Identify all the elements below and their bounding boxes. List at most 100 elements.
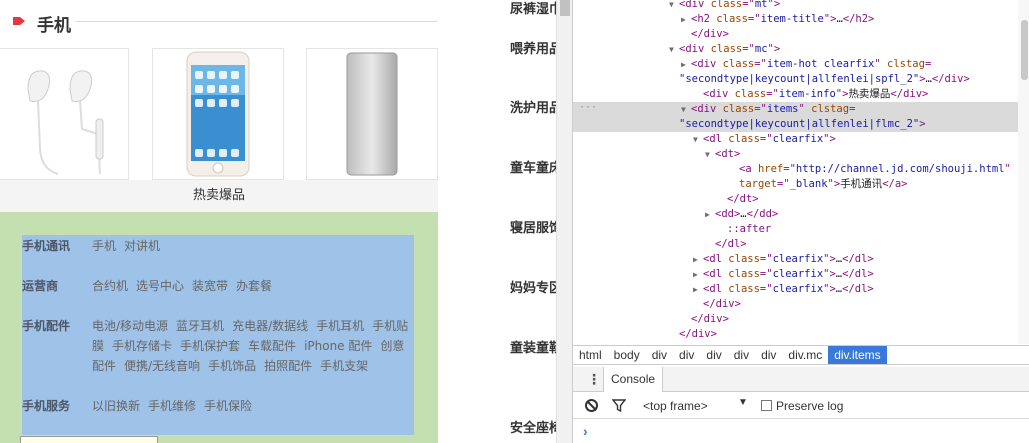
category-link[interactable]: 办套餐 bbox=[236, 279, 272, 293]
category-link[interactable]: 车载配件 bbox=[248, 339, 296, 353]
category-link[interactable]: 便携/无线音响 bbox=[124, 359, 200, 373]
dom-tree-node[interactable]: target="_blank">手机通讯</a> bbox=[573, 177, 1018, 192]
category-link[interactable]: 手机存储卡 bbox=[112, 339, 172, 353]
category-title[interactable]: 手机服务 bbox=[22, 396, 70, 416]
clear-console-icon[interactable] bbox=[585, 399, 598, 412]
category-link[interactable]: 手机保险 bbox=[204, 399, 252, 413]
category-title[interactable]: 手机通讯 bbox=[22, 236, 70, 256]
dom-tree-node[interactable]: ▶ <dl class="clearfix">…</dl> bbox=[573, 282, 1018, 297]
breadcrumb-item[interactable]: div bbox=[755, 346, 782, 364]
breadcrumb-item[interactable]: div bbox=[700, 346, 727, 364]
side-category-item[interactable]: 童车童床 bbox=[510, 157, 556, 176]
dom-tree-node[interactable]: ▶ <dd>…</dd> bbox=[573, 207, 1018, 222]
expand-down-icon[interactable]: ▼ bbox=[669, 0, 679, 12]
product-card-earphones[interactable] bbox=[0, 48, 129, 180]
preserve-log-checkbox[interactable] bbox=[761, 400, 772, 411]
dom-tree-node[interactable]: ▶ <dl class="clearfix">…</dl> bbox=[573, 252, 1018, 267]
dom-tree-node[interactable]: ▼ <dl class="clearfix"> bbox=[573, 132, 1018, 147]
category-link[interactable]: 装宽带 bbox=[192, 279, 228, 293]
elements-scrollbar[interactable] bbox=[1018, 0, 1029, 344]
elements-scrollbar-thumb[interactable] bbox=[1021, 20, 1028, 80]
category-title[interactable]: 运营商 bbox=[22, 276, 58, 296]
dom-tree-node[interactable]: "secondtype|keycount|allfenlei|flmc_2"> bbox=[573, 117, 1018, 132]
dom-tree-node[interactable]: ▼ <div class="mt"> bbox=[573, 0, 1018, 12]
side-category-item[interactable]: 尿裤湿巾 bbox=[510, 0, 556, 17]
frame-selector[interactable]: <top frame> bbox=[643, 398, 749, 414]
dom-node-markup: </div> bbox=[703, 298, 741, 310]
product-card-iphone[interactable] bbox=[152, 48, 284, 180]
breadcrumb-item[interactable]: div bbox=[646, 346, 673, 364]
category-title[interactable]: 手机配件 bbox=[22, 316, 70, 336]
breadcrumb-item[interactable]: html bbox=[573, 346, 608, 364]
expand-down-icon[interactable]: ▼ bbox=[693, 132, 703, 147]
section-title[interactable]: 手机 bbox=[37, 11, 71, 36]
breadcrumb-item[interactable]: div bbox=[728, 346, 755, 364]
dom-tree-node[interactable]: <div class="item-info">热卖爆品</div> bbox=[573, 87, 1018, 102]
page-scrollbar[interactable] bbox=[556, 0, 572, 443]
category-link[interactable]: 合约机 bbox=[92, 279, 128, 293]
side-category-item[interactable]: 妈妈专区 bbox=[510, 277, 556, 296]
category-link[interactable]: 手机支架 bbox=[320, 359, 368, 373]
dom-tree-node[interactable]: </dl> bbox=[573, 237, 1018, 252]
page-scrollbar-thumb[interactable] bbox=[560, 0, 570, 16]
filter-icon[interactable] bbox=[612, 399, 626, 412]
expand-down-icon[interactable]: ▼ bbox=[705, 147, 715, 162]
category-link[interactable]: iPhone 配件 bbox=[304, 339, 372, 353]
breadcrumb-item[interactable]: div bbox=[673, 346, 700, 364]
category-link[interactable]: 手机耳机 bbox=[316, 319, 364, 333]
node-actions-ellipsis[interactable]: ··· bbox=[579, 102, 597, 113]
expand-down-icon[interactable]: ▼ bbox=[681, 102, 691, 117]
category-link[interactable]: 以旧换新 bbox=[92, 399, 140, 413]
expand-right-icon[interactable]: ▶ bbox=[693, 267, 703, 282]
dom-node-markup: <dl class="clearfix">…</dl> bbox=[703, 268, 874, 280]
dom-tree-node[interactable]: </div> bbox=[573, 297, 1018, 312]
category-link[interactable]: 手机 bbox=[92, 239, 116, 253]
dom-tree-node[interactable]: "secondtype|keycount|allfenlei|spfl_2">…… bbox=[573, 72, 1018, 87]
drawer-menu-icon[interactable]: ⋮ bbox=[587, 372, 601, 386]
side-category-item[interactable]: 喂养用品 bbox=[510, 38, 556, 57]
dom-tree-node[interactable]: ▼ <div class="mc"> bbox=[573, 42, 1018, 57]
dom-tree-node[interactable]: ::after bbox=[573, 222, 1018, 237]
category-link[interactable]: 手机维修 bbox=[148, 399, 196, 413]
dom-tree-node[interactable]: ▶ <h2 class="item-title">…</h2> bbox=[573, 12, 1018, 27]
expand-right-icon[interactable]: ▶ bbox=[681, 57, 691, 72]
category-link[interactable]: 蓝牙耳机 bbox=[176, 319, 224, 333]
dom-tree-node[interactable]: </div> bbox=[573, 327, 1018, 342]
breadcrumb-item[interactable]: div.items bbox=[828, 346, 887, 364]
dom-tree-node[interactable]: ▶ <dl class="clearfix">…</dl> bbox=[573, 267, 1018, 282]
expand-right-icon[interactable]: ▶ bbox=[693, 282, 703, 297]
dom-node-markup: <dl class="clearfix"> bbox=[703, 133, 836, 145]
category-link[interactable]: 手机饰品 bbox=[208, 359, 256, 373]
side-category-item[interactable]: 童装童鞋 bbox=[510, 337, 556, 356]
dom-tree-node[interactable]: </dt> bbox=[573, 192, 1018, 207]
category-link[interactable]: 电池/移动电源 bbox=[92, 319, 168, 333]
dom-tree-node[interactable]: ▼ <dt> bbox=[573, 147, 1018, 162]
side-category-item[interactable]: 洗护用品 bbox=[510, 97, 556, 116]
dom-tree-node[interactable]: <a href="http://channel.jd.com/shouji.ht… bbox=[573, 162, 1018, 177]
tab-console[interactable]: Console bbox=[603, 367, 664, 392]
category-link[interactable]: 拍照配件 bbox=[264, 359, 312, 373]
category-link[interactable]: 选号中心 bbox=[136, 279, 184, 293]
console-prompt[interactable]: › bbox=[573, 420, 1029, 443]
category-link[interactable]: 充电器/数据线 bbox=[232, 319, 308, 333]
category-link[interactable]: 手机保护套 bbox=[180, 339, 240, 353]
category-link[interactable]: 对讲机 bbox=[124, 239, 160, 253]
side-category-item[interactable]: 安全座椅 bbox=[510, 417, 556, 436]
preserve-log-label[interactable]: Preserve log bbox=[776, 398, 843, 414]
expand-right-icon[interactable]: ▶ bbox=[681, 12, 691, 27]
side-category-item[interactable]: 寝居服饰 bbox=[510, 217, 556, 236]
dom-tree-node[interactable]: </div> bbox=[573, 312, 1018, 327]
chevron-down-icon[interactable]: ▼ bbox=[738, 397, 748, 408]
dom-tree-node[interactable]: </div> bbox=[573, 27, 1018, 42]
expand-down-icon[interactable]: ▼ bbox=[669, 42, 679, 57]
product-card-powerbank[interactable] bbox=[306, 48, 438, 180]
breadcrumb-item[interactable]: body bbox=[608, 346, 646, 364]
dom-node-markup: </dt> bbox=[727, 193, 759, 205]
dom-tree-node[interactable]: ▶ <div class="item-hot clearfix" clstag= bbox=[573, 57, 1018, 72]
expand-right-icon[interactable]: ▶ bbox=[693, 252, 703, 267]
dom-tree-node[interactable]: ▼ <div class="items" clstag= bbox=[573, 102, 1018, 117]
expand-right-icon[interactable]: ▶ bbox=[705, 207, 715, 222]
dom-node-markup: <a href="http://channel.jd.com/shouji.ht… bbox=[739, 163, 1011, 175]
breadcrumb-item[interactable]: div.mc bbox=[782, 346, 828, 364]
dom-breadcrumbs: html body div div div div div div.mc div.items bbox=[573, 345, 1029, 365]
